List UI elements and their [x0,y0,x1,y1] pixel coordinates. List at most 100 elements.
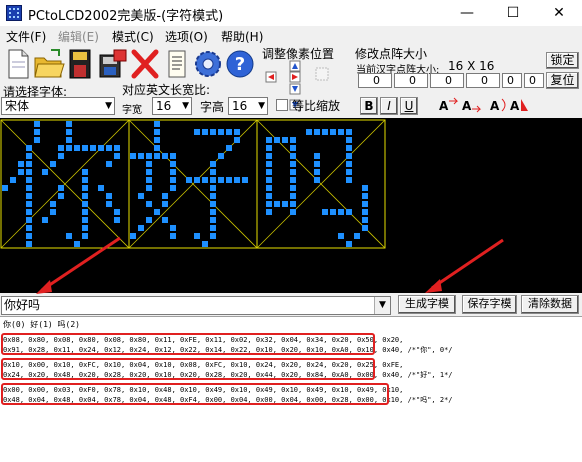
matrix-dot [146,185,152,191]
help-icon[interactable]: ? [224,47,256,81]
menu-options[interactable]: 选项(O) [165,28,208,45]
italic-button[interactable]: I [380,97,398,115]
svg-text:A: A [490,99,500,113]
matrix-dot [218,177,224,183]
spinner-six[interactable]: 0 [524,73,544,88]
width-increase-spinner[interactable]: 0 [394,73,428,88]
matrix-dot [154,137,160,143]
font-select-value: 宋体 [5,99,30,113]
height-increase-spinner[interactable]: 0 [466,73,500,88]
matrix-dot [210,185,216,191]
save-font-button[interactable]: 保存字模 [462,295,517,314]
matrix-dot [234,129,240,135]
matrix-dot [362,185,368,191]
underline-button[interactable]: U [400,97,418,115]
matrix-dot [338,129,344,135]
invert-icon[interactable]: A [508,95,530,115]
open-folder-icon[interactable] [33,47,65,81]
font-select[interactable]: 宋体 ▼ [1,97,115,115]
matrix-dot [162,201,168,207]
delete-x-icon[interactable] [129,47,161,81]
matrix-dot [274,201,280,207]
output-header: 你(0) 好(1) 吗(2) [3,320,80,329]
matrix-dot [154,121,160,127]
matrix-dot [202,129,208,135]
spinner-five[interactable]: 0 [502,73,522,88]
matrix-dot [314,153,320,159]
matrix-dot [210,201,216,207]
menu-bar: 文件(F) 编辑(E) 模式(C) 选项(O) 帮助(H) [0,26,582,46]
char-height-value: 16 [232,99,248,113]
maximize-button[interactable]: ☐ [490,0,536,26]
menu-edit[interactable]: 编辑(E) [58,28,99,45]
char-height-select[interactable]: 16 ▼ [228,97,268,115]
minimize-button[interactable]: — [444,0,490,26]
matrix-dot [218,129,224,135]
save-as-icon[interactable] [96,47,128,81]
matrix-dot [234,177,240,183]
matrix-dot [346,161,352,167]
svg-text:A: A [439,99,449,113]
flip-horizontal-icon[interactable]: A [437,95,459,115]
generate-button[interactable]: 生成字模 [398,295,456,314]
app-logo-icon [6,5,22,21]
flip-vertical-icon[interactable]: A [460,95,482,115]
matrix-dot [346,169,352,175]
chevron-down-icon[interactable]: ▼ [374,297,390,314]
matrix-dot [234,137,240,143]
title-bar: PCtoLCD2002完美版-(字符模式) — ☐ ✕ [0,0,582,26]
save-disk-icon[interactable] [64,47,96,81]
matrix-dot [106,145,112,151]
chevron-down-icon: ▼ [105,101,112,111]
matrix-dot [314,169,320,175]
matrix-dot [242,177,248,183]
matrix-dot [106,161,112,167]
lock-button[interactable]: 锁定 [546,52,579,69]
width-decrease-spinner[interactable]: 0 [358,73,392,88]
svg-text:A: A [462,99,472,113]
restore-button[interactable]: 复位 [546,72,579,89]
settings-gear-icon[interactable] [192,47,224,81]
matrix-dot [314,161,320,167]
text-input[interactable]: 你好吗 [1,296,391,315]
menu-help[interactable]: 帮助(H) [221,28,263,45]
matrix-dot [186,177,192,183]
matrix-dot [290,209,296,215]
english-ratio-label: 对应英文长宽比: [122,83,211,97]
output-textarea[interactable]: 你(0) 好(1) 吗(2) 0x08, 0x80, 0x08, 0x80, 0… [0,316,582,462]
matrix-dot [82,193,88,199]
char-width-select[interactable]: 16 ▼ [152,97,192,115]
matrix-dot [290,201,296,207]
new-file-icon[interactable] [2,47,34,81]
matrix-dot [26,201,32,207]
matrix-dot [34,137,40,143]
matrix-dot [26,217,32,223]
matrix-dot [162,193,168,199]
matrix-dot [266,145,272,151]
svg-text:?: ? [235,54,245,75]
height-decrease-spinner[interactable]: 0 [430,73,464,88]
menu-file[interactable]: 文件(F) [6,28,46,45]
rotate-icon[interactable]: A [488,95,510,115]
scale-checkbox[interactable] [276,99,288,111]
matrix-dot [82,185,88,191]
bold-button[interactable]: B [360,97,378,115]
matrix-dot [154,209,160,215]
clear-button[interactable]: 清除数据 [521,295,579,314]
matrix-dot [346,177,352,183]
close-button[interactable]: ✕ [536,0,582,26]
matrix-dot [282,201,288,207]
matrix-dot [26,153,32,159]
chevron-down-icon: ▼ [258,101,265,111]
matrix-dot [330,129,336,135]
matrix-dot [66,145,72,151]
matrix-dot [210,177,216,183]
matrix-dot [210,169,216,175]
matrix-dot [66,121,72,127]
matrix-dot [146,169,152,175]
matrix-dot [26,177,32,183]
document-icon[interactable] [161,47,193,81]
matrix-dot [266,169,272,175]
menu-mode[interactable]: 模式(C) [112,28,154,45]
window-title: PCtoLCD2002完美版-(字符模式) [28,9,224,24]
